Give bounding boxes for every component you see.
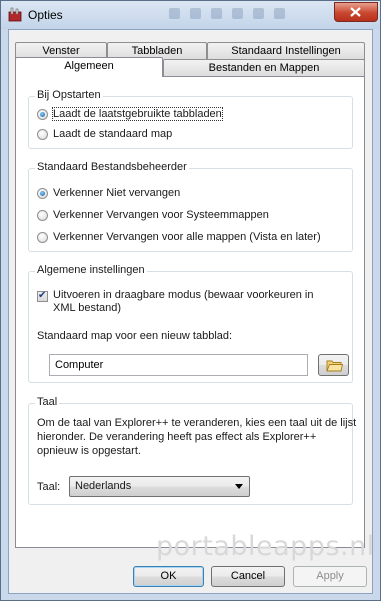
tab-bestanden-en-mappen[interactable]: Bestanden en Mappen (163, 59, 365, 77)
radio-explorer-no-replace[interactable]: Verkenner Niet vervangen (37, 185, 180, 201)
radio-button[interactable] (37, 187, 48, 199)
tab-panel-algemeen: Bij Opstarten Laadt de laatstgebruikte t… (15, 76, 365, 548)
watermark: portableapps.nl (156, 531, 375, 562)
close-button[interactable] (334, 2, 378, 22)
chevron-down-icon (235, 484, 243, 489)
checkbox-portable-mode[interactable]: Uitvoeren in draagbare modus (bewaar voo… (37, 289, 337, 319)
default-folder-input[interactable] (49, 354, 308, 376)
ok-button[interactable]: OK (133, 566, 204, 587)
checkbox-label: Uitvoeren in draagbare modus (bewaar voo… (53, 289, 314, 314)
group-legend: Bij Opstarten (35, 89, 103, 101)
radio-label: Verkenner Vervangen voor Systeemmappen (53, 209, 269, 221)
radio-label: Laadt de laatstgebruikte tabbladen (52, 107, 223, 121)
background-toolbar-icons (169, 8, 319, 22)
file-manager-group: Standaard Bestandsbeheerder Verkenner Ni… (28, 161, 353, 252)
language-select-value: Nederlands (75, 480, 132, 492)
tab-label: Tabbladen (131, 45, 183, 57)
options-window: Opties Venster Tabbladen Standaard Inste… (0, 0, 381, 601)
group-legend: Taal (35, 396, 60, 408)
radio-load-default-folder[interactable]: Laadt de standaard map (37, 126, 172, 142)
tab-label: Bestanden en Mappen (208, 62, 320, 74)
tab-algemeen[interactable]: Algemeen (15, 57, 163, 77)
radio-button[interactable] (37, 128, 48, 140)
app-icon (8, 7, 22, 22)
default-folder-label: Standaard map voor een nieuw tabblad: (37, 330, 233, 342)
radio-button[interactable] (37, 209, 48, 221)
general-settings-group: Algemene instellingen Uitvoeren in draag… (28, 264, 353, 383)
checkbox[interactable] (37, 289, 48, 302)
group-legend: Algemene instellingen (35, 264, 147, 276)
radio-label: Laadt de standaard map (53, 128, 173, 140)
radio-button[interactable] (37, 231, 48, 243)
window-title: Opties (28, 8, 63, 22)
radio-label: Verkenner Vervangen voor alle mappen (Vi… (53, 231, 321, 243)
cancel-button[interactable]: Cancel (211, 566, 285, 587)
language-label: Taal: (37, 481, 61, 493)
language-description: Om de taal van Explorer++ te veranderen,… (37, 417, 357, 457)
tab-label: Venster (42, 45, 80, 57)
radio-explorer-replace-system[interactable]: Verkenner Vervangen voor Systeemmappen (37, 207, 269, 223)
radio-label: Verkenner Niet vervangen (53, 187, 181, 199)
radio-explorer-replace-all[interactable]: Verkenner Vervangen voor alle mappen (Vi… (37, 229, 321, 245)
language-group: Taal Om de taal van Explorer++ te verand… (28, 396, 356, 505)
close-icon (350, 7, 361, 17)
folder-icon (326, 360, 343, 372)
title-bar[interactable]: Opties (1, 1, 380, 29)
browse-folder-button[interactable] (318, 354, 349, 376)
tab-label: Standaard Instellingen (231, 45, 341, 57)
group-legend: Standaard Bestandsbeheerder (35, 161, 189, 173)
language-select[interactable]: Nederlands (69, 476, 250, 497)
tab-label: Algemeen (64, 60, 114, 72)
apply-button[interactable]: Apply (293, 566, 367, 587)
radio-button[interactable] (37, 108, 48, 120)
radio-load-last-tabs[interactable]: Laadt de laatstgebruikte tabbladen (37, 106, 223, 122)
tab-standaard-instellingen[interactable]: Standaard Instellingen (207, 42, 365, 60)
startup-group: Bij Opstarten Laadt de laatstgebruikte t… (28, 89, 353, 149)
